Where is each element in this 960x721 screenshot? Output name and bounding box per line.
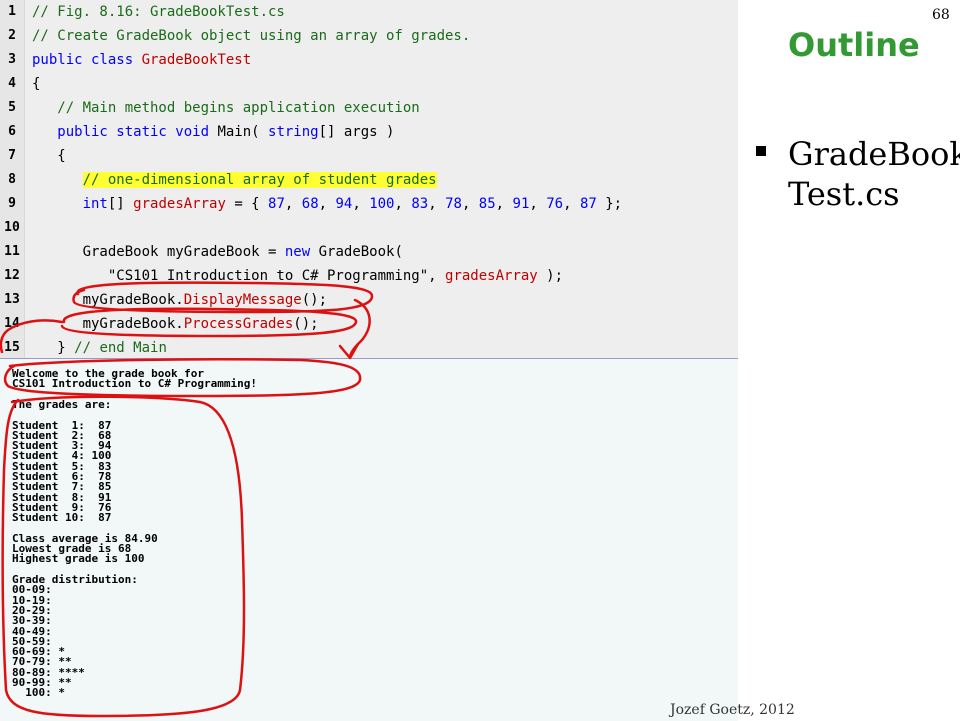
line-number: 7 <box>8 148 16 163</box>
footer-credit: Jozef Goetz, 2012 <box>670 702 795 718</box>
code-token: // Main method begins application execut… <box>32 100 420 116</box>
code-listing: 1 // Fig. 8.16: GradeBookTest.cs 2 // Creat… <box>0 0 738 358</box>
code-token: 68 <box>301 196 319 212</box>
line-number: 4 <box>8 76 16 91</box>
line-number: 5 <box>8 100 16 115</box>
code-token: gradesArray <box>133 196 226 212</box>
line-number: 11 <box>4 244 20 259</box>
code-text: } // end Main <box>32 336 167 360</box>
code-token: Main( <box>217 124 269 140</box>
code-text: "CS101 Introduction to C# Programming", … <box>32 264 563 288</box>
code-token: } <box>32 340 75 356</box>
console-line: Highest grade is 100 <box>12 552 145 566</box>
code-token: // Fig. 8.16: GradeBookTest.cs <box>32 4 285 20</box>
console-output: Welcome to the grade book for CS101 Intro… <box>0 358 738 721</box>
line-number: 15 <box>4 340 20 355</box>
code-token: GradeBook( <box>310 244 403 260</box>
code-token: 91 <box>512 196 530 212</box>
code-token: myGradeBook. <box>32 292 184 308</box>
code-token: public static void <box>32 124 218 140</box>
code-token: { <box>32 76 41 92</box>
code-text: myGradeBook.ProcessGrades(); <box>32 312 319 336</box>
code-token: , <box>284 196 302 212</box>
code-token: , <box>461 196 479 212</box>
code-token: new <box>284 244 311 260</box>
code-token: , <box>563 196 580 212</box>
code-text: int[] gradesArray = { 87, 68, 94, 100, 8… <box>32 192 623 216</box>
code-token: 83 <box>411 196 429 212</box>
console-line: 100: * <box>12 686 65 700</box>
code-token: , <box>495 196 513 212</box>
code-token: GradeBook myGradeBook = <box>32 244 285 260</box>
code-token: = { <box>225 196 269 212</box>
code-token: "CS101 Introduction to C# Programming" <box>32 268 429 284</box>
code-token: , <box>352 196 370 212</box>
code-token: { <box>32 148 66 164</box>
code-token: // end Main <box>74 340 167 356</box>
code-token: GradeBookTest <box>141 52 252 68</box>
code-text: // Create GradeBook object using an arra… <box>32 24 470 48</box>
line-number: 9 <box>8 196 16 211</box>
code-token: int <box>82 196 108 212</box>
code-token: gradesArray <box>445 268 538 284</box>
line-number: 13 <box>4 292 20 307</box>
code-token: , <box>529 196 547 212</box>
line-number: 12 <box>4 268 20 283</box>
code-text: { <box>32 144 66 168</box>
code-token: // one-dimensional array of student grad… <box>82 172 437 188</box>
line-number: 10 <box>4 220 20 235</box>
code-token: 87 <box>268 196 285 212</box>
code-token: // Create GradeBook object using an arra… <box>32 28 471 44</box>
code-text: // Fig. 8.16: GradeBookTest.cs <box>32 0 285 24</box>
code-text: public class GradeBookTest <box>32 48 251 72</box>
code-token: myGradeBook. <box>32 316 184 332</box>
code-token: 87 <box>579 196 597 212</box>
page-number: 68 <box>932 7 950 23</box>
code-text: // one-dimensional array of student grad… <box>32 168 437 192</box>
code-token: [] args ) <box>318 124 395 140</box>
code-text: public static void Main( string[] args ) <box>32 120 394 144</box>
code-token: (); <box>301 292 328 308</box>
code-text: { <box>32 72 40 96</box>
code-token: (); <box>293 316 319 332</box>
outline-title: Outline <box>788 26 920 64</box>
line-number: 2 <box>8 28 16 43</box>
code-token: 94 <box>335 196 353 212</box>
code-token: ); <box>537 268 564 284</box>
console-line: CS101 Introduction to C# Programming! <box>12 377 258 391</box>
line-number: 14 <box>4 316 20 331</box>
code-text: // Main method begins application execut… <box>32 96 420 120</box>
code-token: 78 <box>445 196 462 212</box>
code-token: }; <box>596 196 623 212</box>
code-token: ProcessGrades <box>183 316 294 332</box>
line-number: 6 <box>8 124 16 139</box>
code-token: , <box>428 268 446 284</box>
code-token: 76 <box>546 196 564 212</box>
code-token: public class <box>32 52 142 68</box>
line-number: 3 <box>8 52 16 67</box>
code-token: , <box>428 196 446 212</box>
code-token: , <box>394 196 412 212</box>
code-token: string <box>268 124 319 140</box>
console-line: The grades are: <box>12 397 112 411</box>
code-token: 100 <box>369 196 395 212</box>
code-token: DisplayMessage <box>183 292 302 308</box>
code-text: myGradeBook.DisplayMessage(); <box>32 288 327 312</box>
bullet-square-icon <box>756 146 766 156</box>
code-token: , <box>318 196 336 212</box>
console-line: Student 10: 87 <box>12 511 112 525</box>
line-number: 8 <box>8 172 16 187</box>
code-token: 85 <box>478 196 496 212</box>
line-number: 1 <box>8 4 16 19</box>
code-token: [] <box>107 196 134 212</box>
bullet-item: GradeBook Test.cs <box>788 135 960 213</box>
code-text: GradeBook myGradeBook = new GradeBook( <box>32 240 403 264</box>
